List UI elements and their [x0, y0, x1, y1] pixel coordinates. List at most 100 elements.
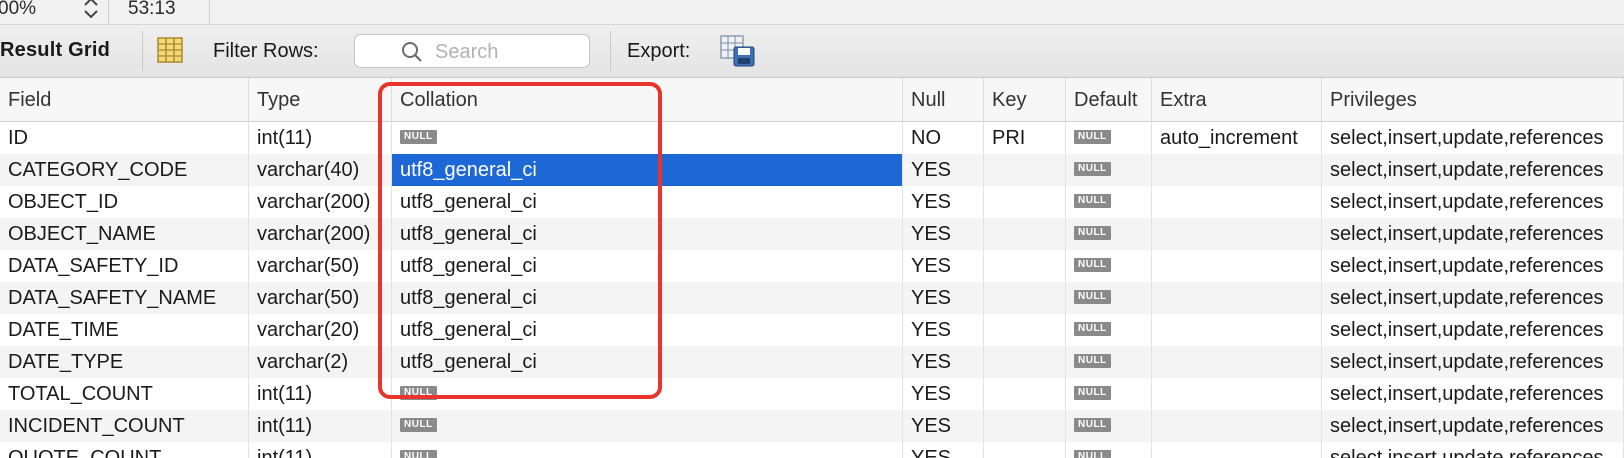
column-header-collation[interactable]: Collation [392, 78, 903, 122]
cell-extra[interactable] [1152, 314, 1322, 346]
table-row[interactable]: QUOTE_COUNT int(11) NULL YES NULL select,inse… [0, 442, 1624, 458]
cell-null[interactable]: YES [903, 186, 984, 218]
cell-type[interactable]: int(11) [249, 122, 392, 154]
cell-extra[interactable] [1152, 410, 1322, 442]
cell-type[interactable]: int(11) [249, 442, 392, 458]
cell-default[interactable]: NULL [1066, 154, 1152, 186]
cell-extra[interactable] [1152, 154, 1322, 186]
cell-key[interactable] [984, 186, 1066, 218]
cell-privileges[interactable]: select,insert,update,references [1322, 186, 1624, 218]
cell-extra[interactable]: auto_increment [1152, 122, 1322, 154]
cell-privileges[interactable]: select,insert,update,references [1322, 282, 1624, 314]
table-row[interactable]: OBJECT_ID varchar(200) utf8_general_ci YES N… [0, 186, 1624, 218]
cell-field[interactable]: OBJECT_ID [0, 186, 249, 218]
cell-default[interactable]: NULL [1066, 218, 1152, 250]
cell-key[interactable] [984, 154, 1066, 186]
cell-collation[interactable]: NULL [392, 122, 903, 154]
cell-field[interactable]: DATE_TYPE [0, 346, 249, 378]
cell-field[interactable]: DATE_TIME [0, 314, 249, 346]
up-down-chevron-icon[interactable] [80, 0, 102, 22]
cell-type[interactable]: varchar(2) [249, 346, 392, 378]
export-icon[interactable] [720, 35, 756, 67]
cell-collation[interactable]: NULL [392, 442, 903, 458]
cell-privileges[interactable]: select,insert,update,references [1322, 410, 1624, 442]
column-header-default[interactable]: Default [1066, 78, 1152, 122]
column-header-extra[interactable]: Extra [1152, 78, 1322, 122]
cell-field[interactable]: DATA_SAFETY_NAME [0, 282, 249, 314]
cell-key[interactable] [984, 442, 1066, 458]
cell-null[interactable]: YES [903, 314, 984, 346]
column-header-null[interactable]: Null [903, 78, 984, 122]
cell-type[interactable]: varchar(40) [249, 154, 392, 186]
grid-layout-icon[interactable] [157, 37, 183, 63]
cell-key[interactable] [984, 346, 1066, 378]
cell-collation[interactable]: utf8_general_ci [392, 218, 903, 250]
cell-key[interactable]: PRI [984, 122, 1066, 154]
table-row[interactable]: DATA_SAFETY_ID varchar(50) utf8_general_ci… [0, 250, 1624, 282]
cell-extra[interactable] [1152, 346, 1322, 378]
cell-extra[interactable] [1152, 282, 1322, 314]
cell-null[interactable]: YES [903, 218, 984, 250]
cell-default[interactable]: NULL [1066, 250, 1152, 282]
cell-null[interactable]: YES [903, 154, 984, 186]
cell-privileges[interactable]: select,insert,update,references [1322, 250, 1624, 282]
cell-field[interactable]: INCIDENT_COUNT [0, 410, 249, 442]
column-header-type[interactable]: Type [249, 78, 392, 122]
cell-field[interactable]: QUOTE_COUNT [0, 442, 249, 458]
cell-null[interactable]: YES [903, 282, 984, 314]
cell-type[interactable]: int(11) [249, 378, 392, 410]
cell-null[interactable]: YES [903, 442, 984, 458]
cell-privileges[interactable]: select,insert,update,references [1322, 378, 1624, 410]
cell-type[interactable]: int(11) [249, 410, 392, 442]
cell-extra[interactable] [1152, 250, 1322, 282]
cell-type[interactable]: varchar(50) [249, 250, 392, 282]
cell-privileges[interactable]: select,insert,update,references [1322, 218, 1624, 250]
cell-type[interactable]: varchar(200) [249, 186, 392, 218]
cell-key[interactable] [984, 314, 1066, 346]
cell-default[interactable]: NULL [1066, 410, 1152, 442]
cell-key[interactable] [984, 250, 1066, 282]
cell-default[interactable]: NULL [1066, 378, 1152, 410]
cell-default[interactable]: NULL [1066, 186, 1152, 218]
cell-extra[interactable] [1152, 218, 1322, 250]
table-row[interactable]: OBJECT_NAME varchar(200) utf8_general_ci YE… [0, 218, 1624, 250]
cell-null[interactable]: NO [903, 122, 984, 154]
cell-null[interactable]: YES [903, 346, 984, 378]
cell-key[interactable] [984, 410, 1066, 442]
cell-collation[interactable]: utf8_general_ci [392, 346, 903, 378]
cell-key[interactable] [984, 218, 1066, 250]
cell-privileges[interactable]: select,insert,update,references [1322, 346, 1624, 378]
table-row[interactable]: DATA_SAFETY_NAME varchar(50) utf8_general_… [0, 282, 1624, 314]
cell-privileges[interactable]: select,insert,update,references [1322, 314, 1624, 346]
cell-type[interactable]: varchar(20) [249, 314, 392, 346]
cell-type[interactable]: varchar(200) [249, 218, 392, 250]
cell-default[interactable]: NULL [1066, 442, 1152, 458]
cell-extra[interactable] [1152, 186, 1322, 218]
cell-default[interactable]: NULL [1066, 282, 1152, 314]
table-row[interactable]: INCIDENT_COUNT int(11) NULL YES NULL select,i… [0, 410, 1624, 442]
table-row[interactable]: DATE_TYPE varchar(2) utf8_general_ci YES NUL… [0, 346, 1624, 378]
cell-privileges[interactable]: select,insert,update,references [1322, 122, 1624, 154]
cell-collation[interactable]: NULL [392, 410, 903, 442]
cell-null[interactable]: YES [903, 250, 984, 282]
table-row[interactable]: CATEGORY_CODE varchar(40) utf8_general_ci Y… [0, 154, 1624, 186]
cell-field[interactable]: OBJECT_NAME [0, 218, 249, 250]
cell-field[interactable]: DATA_SAFETY_ID [0, 250, 249, 282]
cell-privileges[interactable]: select,insert,update,references [1322, 154, 1624, 186]
cell-default[interactable]: NULL [1066, 346, 1152, 378]
cell-field[interactable]: CATEGORY_CODE [0, 154, 249, 186]
cell-collation[interactable]: NULL [392, 378, 903, 410]
cell-key[interactable] [984, 282, 1066, 314]
column-header-key[interactable]: Key [984, 78, 1066, 122]
column-header-field[interactable]: Field [0, 78, 249, 122]
cell-null[interactable]: YES [903, 378, 984, 410]
table-row[interactable]: DATE_TIME varchar(20) utf8_general_ci YES NU… [0, 314, 1624, 346]
cell-default[interactable]: NULL [1066, 314, 1152, 346]
cell-field[interactable]: ID [0, 122, 249, 154]
cell-privileges[interactable]: select,insert,update,references [1322, 442, 1624, 458]
result-grid[interactable]: Field Type Collation Null Key Default Extra Pri… [0, 78, 1624, 458]
cell-collation[interactable]: utf8_general_ci [392, 282, 903, 314]
cell-collation[interactable]: utf8_general_ci [392, 314, 903, 346]
cell-extra[interactable] [1152, 442, 1322, 458]
search-input[interactable]: Search [354, 34, 590, 68]
